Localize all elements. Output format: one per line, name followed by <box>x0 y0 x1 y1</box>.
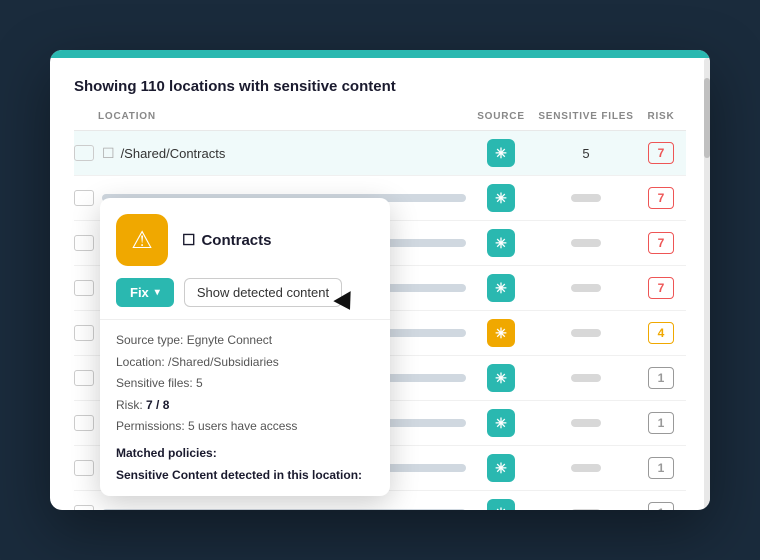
row-checkbox[interactable] <box>74 280 94 296</box>
location-row: Location: /Shared/Subsidiaries <box>116 352 374 374</box>
risk-badge: 7 <box>648 187 674 209</box>
col-source-header: SOURCE <box>466 111 536 122</box>
table-header: LOCATION SOURCE SENSITIVE FILES RISK <box>74 111 686 131</box>
location-bar <box>102 509 466 510</box>
row-location: ☐ /Shared/Contracts <box>102 145 466 162</box>
sensitive-bar <box>571 194 601 202</box>
sensitive-files-row: Sensitive files: 5 <box>116 373 374 395</box>
sensitive-bar <box>571 239 601 247</box>
fix-dropdown-arrow: ▾ <box>155 287 160 298</box>
source-badge: ✳ <box>487 409 515 437</box>
risk-value: 7 / 8 <box>146 398 169 412</box>
warning-icon-wrapper: ⚠ <box>116 214 168 266</box>
fix-button[interactable]: Fix ▾ <box>116 278 174 307</box>
popup-actions: Fix ▾ Show detected content <box>100 278 390 319</box>
table-row[interactable]: ☐ /Shared/Contracts ✳ 5 7 <box>74 131 686 176</box>
risk-badge: 1 <box>648 457 674 479</box>
sensitive-count: 5 <box>536 146 636 161</box>
sensitive-bar <box>571 419 601 427</box>
popup-header: ⚠ ☐ Contracts <box>100 198 390 278</box>
risk-badge: 1 <box>648 412 674 434</box>
risk-badge: 1 <box>648 367 674 389</box>
risk-col: 7 <box>636 142 686 164</box>
sensitive-bar <box>571 509 601 510</box>
popup-location-name: ☐ Contracts <box>182 231 271 249</box>
source-type-row: Source type: Egnyte Connect <box>116 330 374 352</box>
main-card: Showing 110 locations with sensitive con… <box>50 50 710 510</box>
source-badge: ✳ <box>487 229 515 257</box>
sensitive-bar <box>571 374 601 382</box>
top-bar <box>50 50 710 58</box>
sensitive-bar <box>571 284 601 292</box>
source-col: ✳ <box>466 139 536 167</box>
source-type-value: Egnyte Connect <box>187 333 272 347</box>
source-badge: ✳ <box>487 274 515 302</box>
row-checkbox[interactable] <box>74 235 94 251</box>
location-text: /Shared/Contracts <box>121 146 226 161</box>
location-label: Location: <box>116 355 165 369</box>
row-checkbox[interactable] <box>74 460 94 476</box>
row-checkbox[interactable] <box>74 325 94 341</box>
show-detected-button[interactable]: Show detected content <box>184 278 342 307</box>
risk-badge: 7 <box>648 277 674 299</box>
sensitive-col: 5 <box>536 146 636 161</box>
source-badge: ✳ <box>487 364 515 392</box>
source-badge: ✳ <box>487 454 515 482</box>
location-value: /Shared/Subsidiaries <box>168 355 279 369</box>
popup-folder-icon: ☐ <box>182 231 195 249</box>
warning-icon: ⚠ <box>131 226 153 255</box>
source-badge: ✳ <box>487 184 515 212</box>
popup-details: Source type: Egnyte Connect Location: /S… <box>100 319 390 496</box>
source-type-label: Source type: <box>116 333 183 347</box>
source-badge: ✳ <box>487 499 515 510</box>
sensitive-bar <box>571 464 601 472</box>
risk-row: Risk: 7 / 8 <box>116 395 374 417</box>
row-checkbox[interactable] <box>74 505 94 510</box>
sensitive-bar <box>571 329 601 337</box>
risk-badge: 7 <box>648 142 674 164</box>
permissions-value: 5 users have access <box>188 419 297 433</box>
risk-badge: 1 <box>648 502 674 510</box>
risk-badge: 4 <box>648 322 674 344</box>
matched-policies-title: Matched policies: <box>116 446 374 460</box>
risk-label: Risk: <box>116 398 143 412</box>
risk-badge: 7 <box>648 232 674 254</box>
sensitive-content-title: Sensitive Content detected in this locat… <box>116 468 374 482</box>
page-title: Showing 110 locations with sensitive con… <box>74 78 686 95</box>
col-sensitive-header: SENSITIVE FILES <box>536 111 636 122</box>
col-location-header: LOCATION <box>74 111 466 122</box>
row-checkbox[interactable] <box>74 145 94 161</box>
row-checkbox[interactable] <box>74 370 94 386</box>
source-badge: ✳ <box>487 139 515 167</box>
permissions-row: Permissions: 5 users have access <box>116 416 374 438</box>
popup-card: ⚠ ☐ Contracts Fix ▾ Show detected conten… <box>100 198 390 496</box>
col-risk-header: RISK <box>636 111 686 122</box>
row-checkbox[interactable] <box>74 190 94 206</box>
row-checkbox[interactable] <box>74 415 94 431</box>
main-content: Showing 110 locations with sensitive con… <box>50 58 710 510</box>
sensitive-files-value: 5 <box>196 376 203 390</box>
permissions-label: Permissions: <box>116 419 185 433</box>
folder-icon: ☐ <box>102 145 115 162</box>
sensitive-files-label: Sensitive files: <box>116 376 193 390</box>
source-badge: ✳ <box>487 319 515 347</box>
row-location <box>102 509 466 510</box>
